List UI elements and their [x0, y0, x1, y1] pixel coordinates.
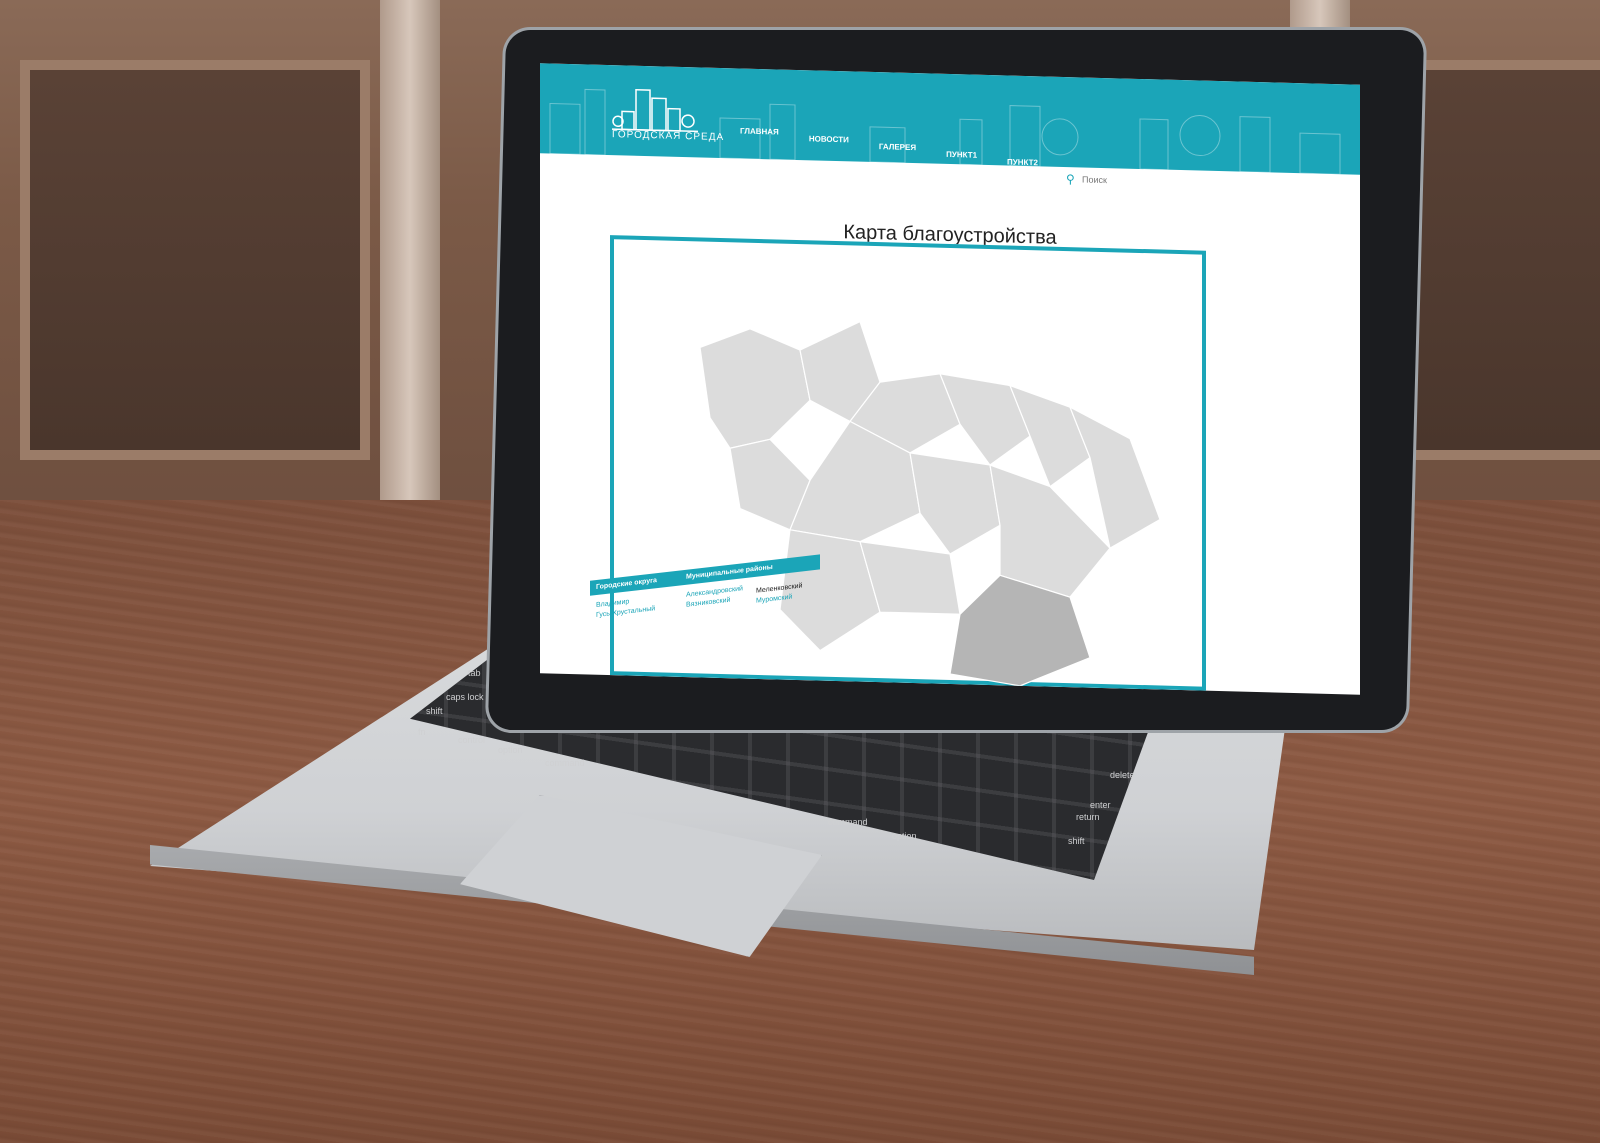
- key-command-left[interactable]: command: [545, 758, 585, 768]
- nav-item1[interactable]: ПУНКТ1: [946, 150, 977, 160]
- map-district[interactable]: [909, 452, 1001, 555]
- map-district[interactable]: [699, 327, 811, 450]
- key-option-left[interactable]: option: [498, 745, 523, 755]
- key-shift-right[interactable]: shift: [1068, 836, 1085, 846]
- search-input[interactable]: [1080, 173, 1224, 190]
- key-enter[interactable]: enter: [1090, 800, 1111, 810]
- key-option-right[interactable]: option: [892, 831, 917, 841]
- background-window-right: [1400, 60, 1600, 460]
- nav-news[interactable]: НОВОСТИ: [809, 134, 849, 144]
- search-bar[interactable]: ⚲: [1060, 168, 1240, 194]
- key-fn[interactable]: fn: [418, 727, 426, 737]
- laptop-screen: ГОРОДСКАЯ СРЕДА ГЛАВНАЯ НОВОСТИ ГАЛЕРЕЯ …: [540, 63, 1360, 695]
- background-pillar: [380, 0, 440, 520]
- background-window-left: [20, 60, 370, 460]
- nav-item2[interactable]: ПУНКТ2: [1007, 157, 1038, 167]
- nav-home[interactable]: ГЛАВНАЯ: [740, 127, 779, 137]
- key-caps-lock[interactable]: caps lock: [446, 692, 484, 702]
- key-tab[interactable]: tab: [468, 668, 481, 678]
- key-return[interactable]: return: [1076, 812, 1100, 822]
- key-control[interactable]: control: [458, 735, 485, 745]
- nav-gallery[interactable]: ГАЛЕРЕЯ: [879, 142, 916, 152]
- key-command-right[interactable]: command: [828, 817, 868, 827]
- key-shift-left[interactable]: shift: [426, 706, 443, 716]
- search-icon[interactable]: ⚲: [1066, 172, 1080, 186]
- key-delete[interactable]: delete: [1110, 770, 1135, 780]
- region-map: [699, 320, 1161, 687]
